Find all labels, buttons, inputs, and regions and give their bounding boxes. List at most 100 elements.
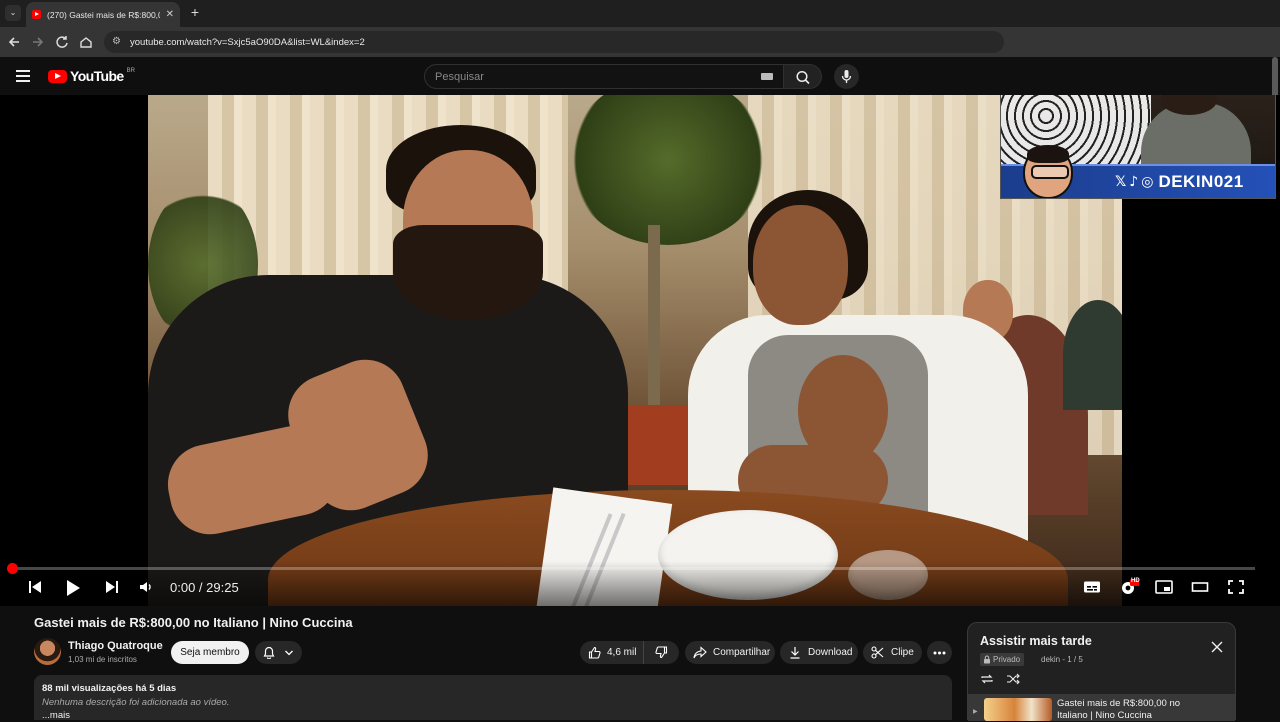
next-button[interactable] (104, 579, 120, 595)
streamer-handle: DEKIN021 (1158, 172, 1244, 191)
man-beard (393, 225, 543, 320)
streamer-webcam-overlay: 𝕏 ♪ ◎ DEKIN021 (1000, 95, 1276, 199)
play-button[interactable] (65, 579, 81, 596)
like-dislike-group: 4,6 mil (580, 641, 679, 664)
settings-button[interactable]: HD (1119, 578, 1140, 595)
download-label: Download (808, 647, 853, 658)
privacy-badge: Privado (980, 653, 1025, 666)
playlist-item[interactable]: ▶ Gastei mais de R$:800,00 no Italiano |… (968, 694, 1235, 721)
view-stats: 88 mil visualizações há 5 dias (42, 683, 177, 694)
microphone-icon (841, 70, 852, 83)
search-icon (796, 70, 810, 85)
thumbs-up-icon (588, 646, 601, 659)
miniplayer-icon (1155, 580, 1173, 594)
background-plant (568, 95, 768, 245)
theater-mode-button[interactable] (1191, 579, 1209, 595)
playlist-title[interactable]: Assistir mais tarde (980, 634, 1092, 648)
hd-badge: HD (1131, 578, 1140, 584)
browser-toolbar: ⚙ youtube.com/watch?v=Sxjc5aO90DA&list=W… (0, 27, 1280, 57)
clip-label: Clipe (891, 647, 914, 658)
youtube-play-logo-icon (48, 69, 67, 83)
browser-tab-title: (270) Gastei mais de R$:800,00 n (47, 9, 160, 20)
url-text: youtube.com/watch?v=Sxjc5aO90DA&list=WL&… (130, 36, 365, 48)
fullscreen-icon (1228, 580, 1244, 594)
search-input[interactable] (425, 65, 745, 88)
cartoon-avatar-icon (1023, 145, 1073, 198)
download-button[interactable]: Download (780, 641, 858, 664)
thumbs-down-icon (654, 646, 667, 659)
download-icon (790, 647, 800, 659)
channel-avatar[interactable] (34, 638, 61, 665)
close-tab-icon[interactable]: ✕ (166, 9, 174, 20)
search-button[interactable] (784, 64, 822, 89)
reload-icon[interactable] (54, 34, 70, 50)
playlist-item-thumbnail[interactable] (984, 698, 1052, 721)
share-label: Compartilhar (713, 647, 771, 658)
privacy-label: Privado (993, 655, 1021, 664)
subscriber-count: 1,03 mi de inscritos (68, 655, 137, 664)
join-button[interactable]: Seja membro (171, 641, 249, 664)
time-display: 0:00 / 29:25 (170, 580, 239, 595)
video-frame[interactable] (148, 95, 1122, 606)
miniplayer-button[interactable] (1155, 579, 1173, 595)
loop-icon[interactable] (980, 672, 994, 684)
subscription-bell-button[interactable] (255, 641, 302, 664)
bell-icon (263, 646, 275, 659)
fullscreen-button[interactable] (1227, 579, 1245, 595)
volume-icon (140, 582, 151, 592)
mute-button[interactable] (138, 579, 154, 595)
forward-arrow-icon[interactable] (30, 34, 46, 50)
dislike-button[interactable] (644, 641, 678, 664)
site-settings-icon[interactable]: ⚙ (112, 37, 122, 47)
next-icon (106, 581, 118, 593)
wall-doodle-art (1001, 95, 1151, 165)
browser-tab-bar: ⌄ (270) Gastei mais de R$:800,00 n ✕ + (0, 0, 1280, 27)
address-bar[interactable]: ⚙ youtube.com/watch?v=Sxjc5aO90DA&list=W… (104, 31, 1004, 53)
share-icon (693, 646, 707, 659)
hamburger-menu-icon[interactable] (16, 70, 30, 82)
country-code: BR (126, 68, 135, 74)
progress-bar[interactable] (7, 563, 1255, 574)
instagram-logo-icon: ◎ (1141, 174, 1154, 190)
shuffle-icon[interactable] (1006, 672, 1020, 685)
youtube-wordmark: YouTube (70, 68, 124, 84)
description-text: Nenhuma descrição foi adicionada ao víde… (42, 697, 230, 708)
background-diner-2 (1063, 300, 1122, 410)
browser-tab[interactable]: (270) Gastei mais de R$:800,00 n ✕ (26, 2, 180, 27)
clip-button[interactable]: Clipe (863, 641, 922, 664)
like-count: 4,6 mil (607, 647, 637, 658)
tab-search-chevron-icon[interactable]: ⌄ (5, 5, 21, 21)
previous-button[interactable] (27, 579, 43, 595)
play-icon (67, 580, 80, 596)
chevron-down-icon (285, 650, 293, 656)
more-actions-button[interactable] (927, 641, 952, 664)
back-arrow-icon[interactable] (6, 34, 22, 50)
previous-icon (29, 581, 41, 593)
subtitles-button[interactable] (1083, 579, 1101, 595)
channel-name[interactable]: Thiago Quatroque (68, 640, 163, 652)
description-box[interactable]: 88 mil visualizações há 5 dias Nenhuma d… (34, 675, 952, 721)
new-tab-icon[interactable]: + (188, 5, 202, 19)
keyboard-icon[interactable] (761, 73, 773, 80)
playlist-panel: Assistir mais tarde Privado dekin - 1 / … (967, 622, 1236, 721)
playlist-item-title: Gastei mais de R$:800,00 no Italiano | N… (1057, 698, 1181, 721)
x-logo-icon: 𝕏 (1115, 174, 1127, 190)
youtube-favicon-icon (32, 10, 41, 19)
youtube-header: YouTube BR (0, 57, 1280, 95)
video-title: Gastei mais de R$:800,00 no Italiano | N… (34, 615, 353, 630)
youtube-logo[interactable]: YouTube BR (48, 68, 135, 84)
search-box (424, 64, 784, 89)
theater-mode-icon (1191, 582, 1209, 592)
woman-face (753, 205, 848, 325)
voice-search-button[interactable] (834, 64, 859, 89)
share-button[interactable]: Compartilhar (685, 641, 775, 664)
now-playing-arrow-icon: ▶ (973, 709, 978, 715)
close-icon[interactable] (1211, 640, 1223, 653)
scissors-icon (871, 646, 884, 659)
like-button[interactable]: 4,6 mil (580, 641, 644, 664)
video-player[interactable]: 𝕏 ♪ ◎ DEKIN021 0:00 / 29:25 HD (0, 95, 1280, 606)
playlist-owner-position: dekin - 1 / 5 (1041, 655, 1083, 664)
home-icon[interactable] (78, 34, 94, 50)
progress-scrubber[interactable] (7, 563, 18, 574)
show-more-link[interactable]: ...mais (42, 710, 944, 721)
